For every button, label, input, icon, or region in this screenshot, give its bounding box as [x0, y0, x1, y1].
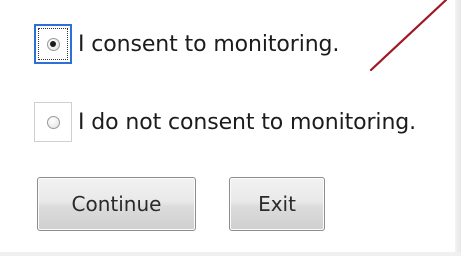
consent-radio[interactable] [34, 24, 72, 64]
do-not-consent-option-label: I do not consent to monitoring. [78, 109, 417, 135]
consent-dialog: I consent to monitoring. I do not consen… [0, 0, 461, 256]
do-not-consent-option[interactable]: I do not consent to monitoring. [34, 102, 416, 142]
do-not-consent-radio[interactable] [34, 102, 72, 142]
radio-unselected-icon [46, 115, 60, 129]
exit-button[interactable]: Exit [229, 177, 325, 231]
continue-button[interactable]: Continue [37, 177, 196, 231]
window-bottom-edge [0, 252, 461, 256]
radio-dot-icon [50, 41, 56, 47]
consent-option-label: I consent to monitoring. [78, 31, 340, 57]
radio-selected-icon [46, 37, 60, 51]
consent-option[interactable]: I consent to monitoring. [34, 24, 339, 64]
window-edge [455, 0, 461, 256]
